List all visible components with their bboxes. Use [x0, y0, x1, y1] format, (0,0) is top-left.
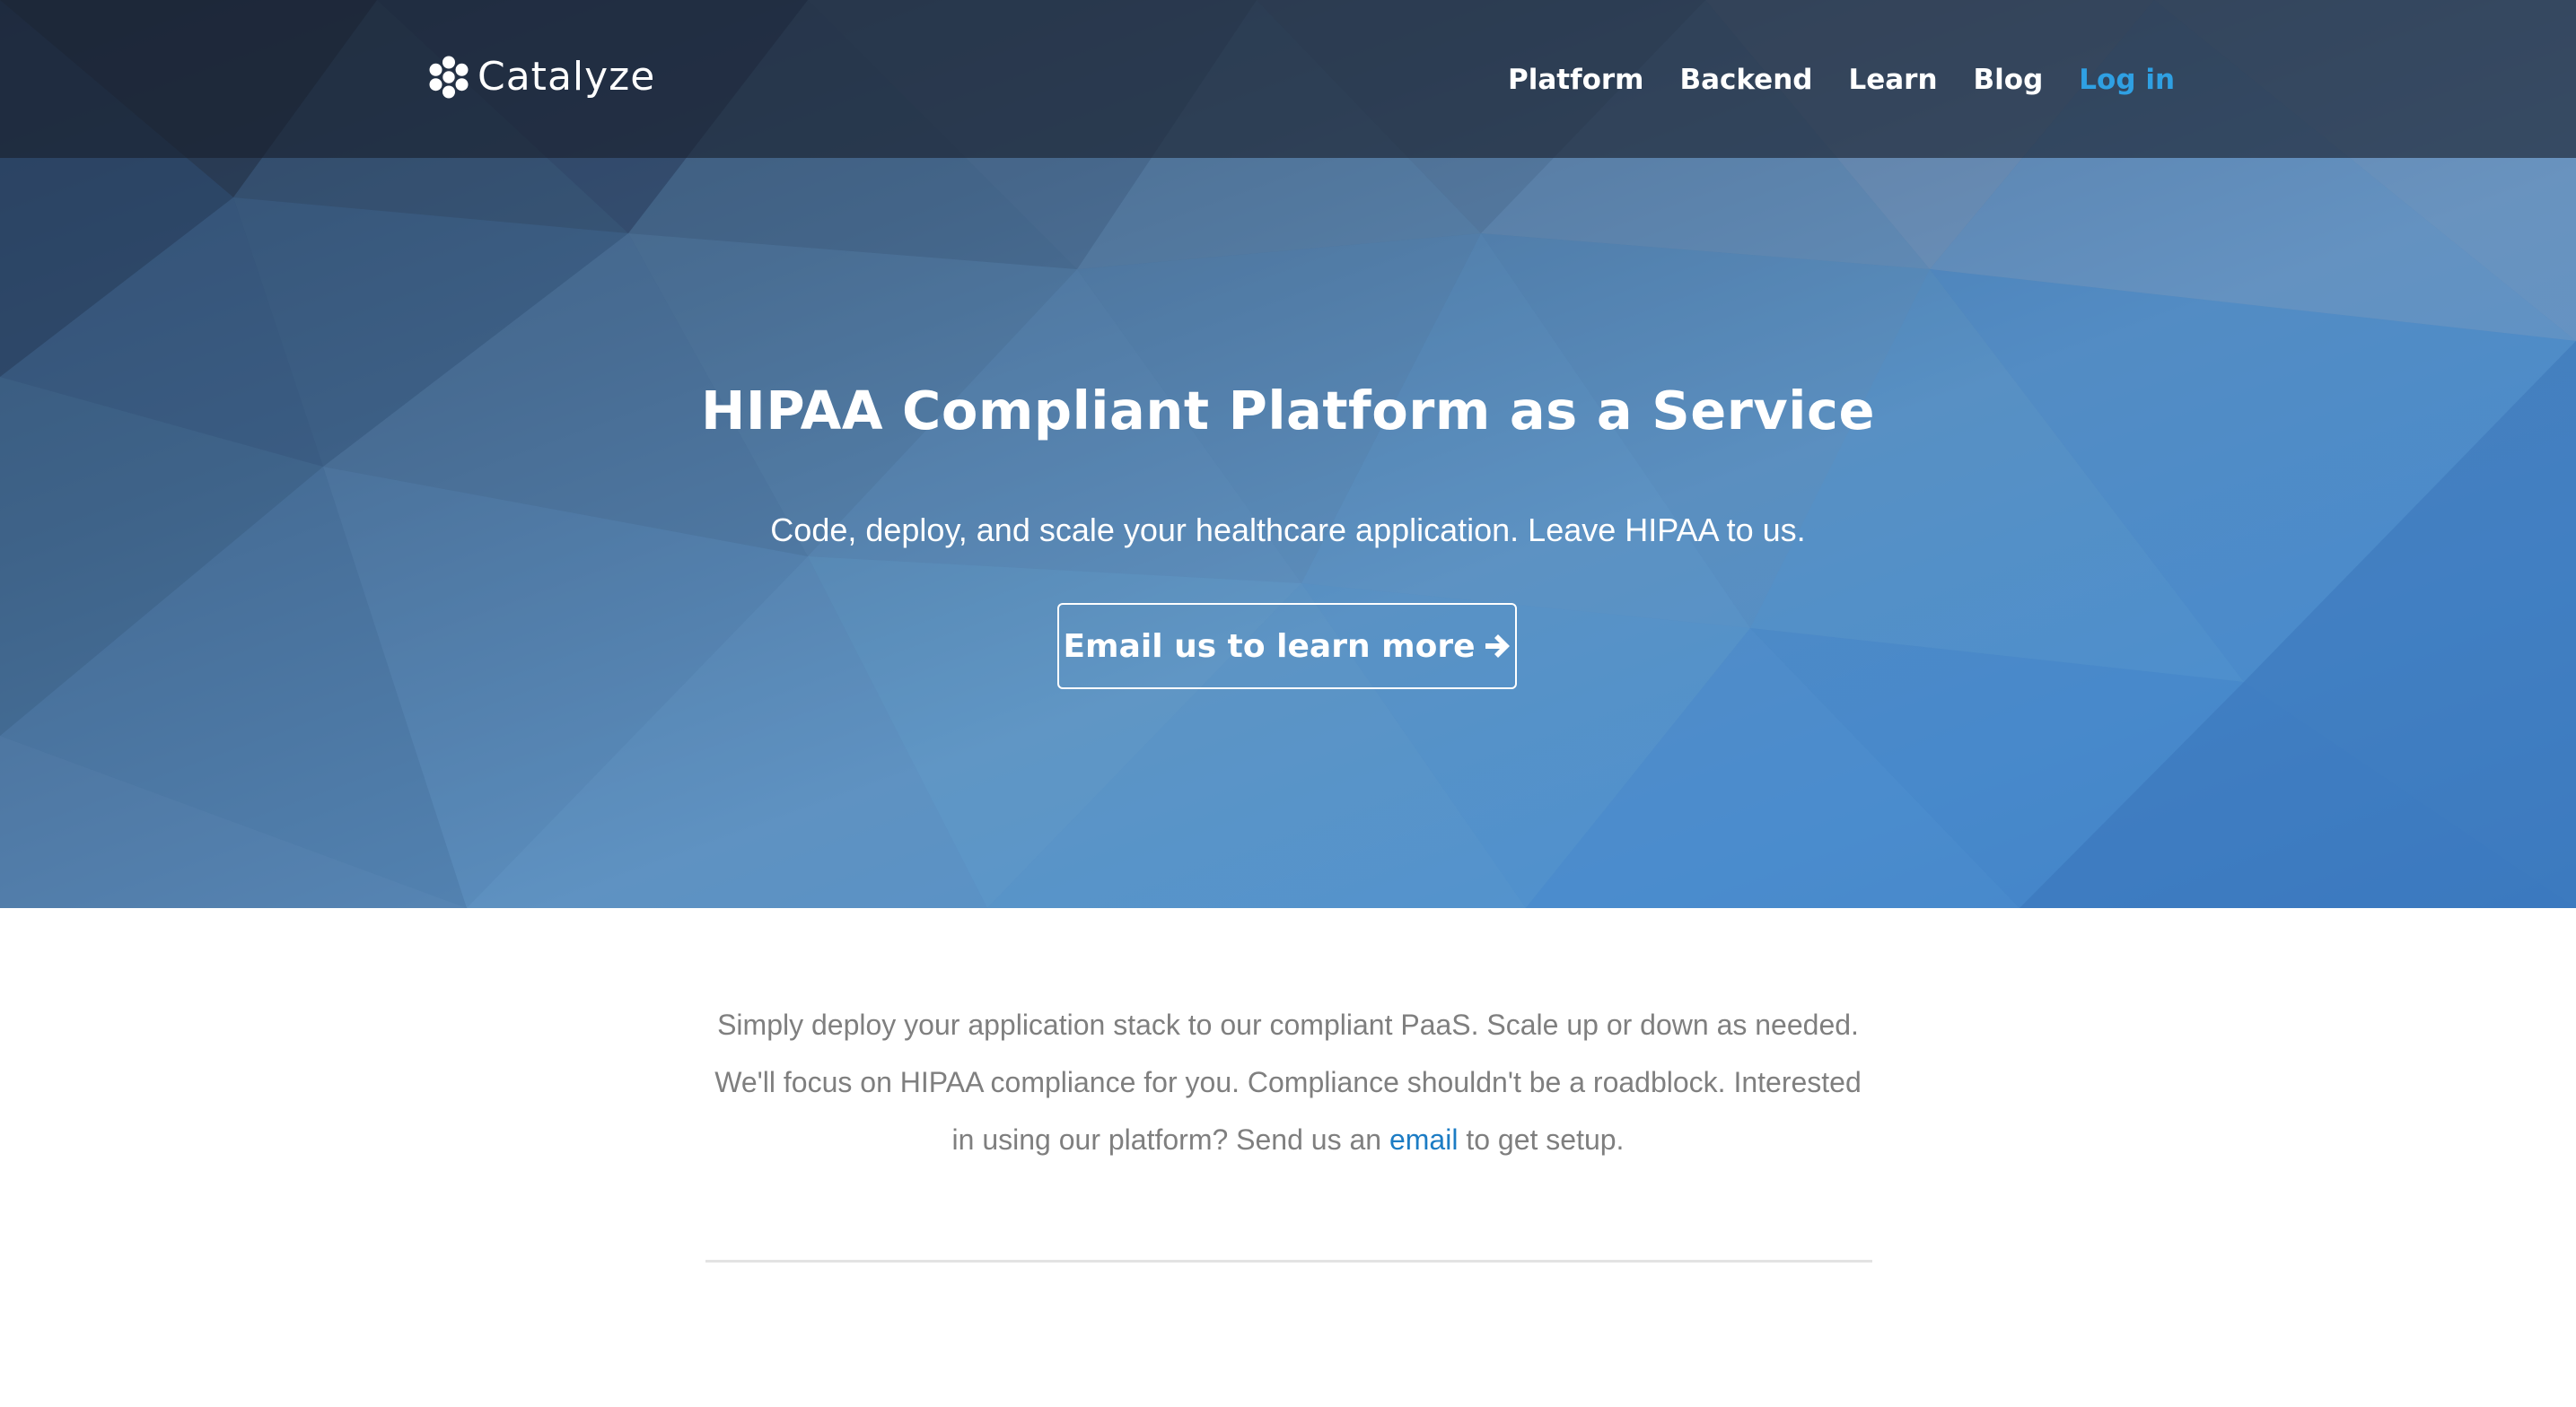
nav-item-blog[interactable]: Blog [1974, 59, 2044, 100]
email-us-button-label: Email us to learn more [1063, 627, 1476, 665]
intro-text-end: to get setup. [1458, 1123, 1625, 1156]
login-link[interactable]: Log in [2079, 59, 2175, 100]
top-navbar: Catalyze Platform Backend Learn Blog Log… [0, 0, 2576, 158]
nav-menu: Platform Backend Learn Blog Log in [1508, 59, 2175, 100]
brand-logo[interactable]: Catalyze [425, 50, 655, 104]
nav-item-backend[interactable]: Backend [1679, 59, 1812, 100]
brand-name: Catalyze [478, 54, 656, 100]
hexagon-cluster-icon [429, 56, 469, 99]
hero-section: Catalyze Platform Backend Learn Blog Log… [0, 0, 2576, 908]
nav-item-learn[interactable]: Learn [1848, 59, 1937, 100]
intro-text: Simply deploy your application stack to … [714, 1009, 1862, 1156]
hero-subtitle: Code, deploy, and scale your healthcare … [770, 511, 1806, 548]
email-link[interactable]: email [1389, 1123, 1458, 1156]
hero-title: HIPAA Compliant Platform as a Service [701, 380, 1875, 441]
intro-paragraph: Simply deploy your application stack to … [705, 996, 1871, 1168]
nav-item-platform[interactable]: Platform [1508, 59, 1643, 100]
email-us-button[interactable]: Email us to learn more [1057, 603, 1517, 689]
arrow-right-icon [1485, 634, 1510, 658]
section-divider [705, 1260, 1872, 1263]
